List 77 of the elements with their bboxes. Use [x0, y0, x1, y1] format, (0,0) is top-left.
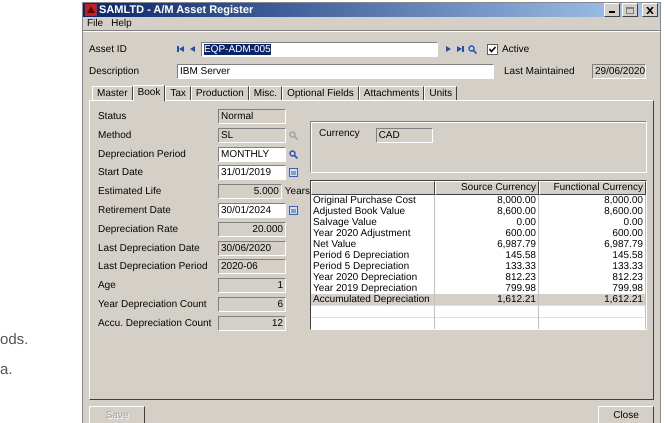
form-field: 5.000 [218, 184, 282, 200]
table-cell: 1,612.21 [539, 294, 646, 305]
menu-item[interactable]: Help [111, 18, 132, 29]
unit-label: Years [284, 186, 310, 198]
table-cell: Net Value [311, 239, 435, 250]
form-field: 2020-06 [218, 259, 286, 274]
form-field: 12 [218, 316, 286, 331]
tab[interactable]: Units [424, 86, 458, 100]
tab[interactable]: Misc. [248, 86, 282, 100]
search-icon[interactable] [289, 150, 298, 159]
table-cell: Salvage Value [311, 217, 435, 228]
form-field: 1 [218, 278, 286, 294]
form-field[interactable]: 30/01/2024 [218, 202, 286, 218]
field-label: Description [89, 66, 140, 76]
column-header: Source Currency [435, 181, 539, 195]
tab[interactable]: Attachments [358, 86, 424, 100]
currency-field: CAD [376, 128, 433, 143]
field-label: Accu. Depreciation Count [98, 318, 212, 329]
field-label: Status [98, 111, 128, 122]
field-label: Currency [319, 128, 360, 141]
form-field: 6 [218, 296, 286, 312]
tab[interactable]: Master [92, 86, 133, 100]
search-icon[interactable] [468, 44, 477, 54]
field-label: Depreciation Rate [98, 224, 180, 235]
field-label: Age [98, 280, 117, 292]
tab[interactable]: Optional Fields [282, 86, 359, 100]
form-field: 20.000 [218, 222, 286, 237]
table-cell: Original Purchase Cost [311, 195, 435, 206]
close-button[interactable]: Close [598, 406, 654, 423]
table-cell: Year 2020 Adjustment [311, 228, 435, 239]
description-field[interactable]: IBM Server [177, 64, 494, 78]
table-cell: Period 6 Depreciation [311, 250, 435, 261]
next-record-icon[interactable] [444, 45, 452, 53]
field-label: Method [98, 130, 132, 141]
table-cell: Period 5 Depreciation [311, 261, 435, 272]
window-title: SAMLTD - A/M Asset Register [99, 4, 254, 16]
page-text: ods. [0, 330, 30, 350]
form-field: 30/06/2020 [218, 240, 286, 256]
field-label: Last Maintained [504, 66, 576, 76]
checkbox-label: Active [502, 44, 530, 54]
last-record-icon[interactable] [456, 45, 464, 53]
field-label: Start Date [98, 167, 144, 178]
field-label: Asset ID [89, 44, 128, 54]
field-label: Retirement Date [98, 204, 172, 216]
form-field: SL [218, 128, 286, 143]
minimize-button[interactable] [604, 3, 620, 17]
table-cell: Year 2020 Depreciation [311, 272, 435, 283]
active-checkbox[interactable] [487, 44, 498, 54]
table-cell: Adjusted Book Value [311, 206, 435, 217]
column-header: Functional Currency [539, 181, 646, 195]
field-label: Year Depreciation Count [98, 298, 208, 310]
page-text: a. [0, 360, 14, 380]
table-cell: 1,612.21 [435, 294, 539, 305]
tab[interactable]: Production [190, 86, 249, 100]
previous-record-icon[interactable] [189, 45, 197, 53]
field-label: Estimated Life [98, 186, 162, 198]
calendar-icon[interactable] [289, 206, 298, 215]
form-field[interactable]: MONTHLY [218, 146, 286, 162]
maximize-button[interactable] [622, 3, 638, 17]
calendar-icon[interactable] [289, 168, 298, 178]
menu-item[interactable]: File [87, 18, 104, 29]
form-field[interactable]: 31/01/2019 [218, 165, 286, 180]
table-cell: Year 2019 Depreciation [311, 283, 435, 294]
app-logo-icon [85, 4, 97, 16]
field-label: Last Depreciation Date [98, 242, 201, 254]
tab[interactable]: Book [132, 85, 166, 101]
close-button[interactable] [642, 3, 658, 17]
last-maintained-field: 29/06/2020 [592, 64, 646, 78]
table-cell: Accumulated Depreciation [311, 294, 435, 305]
form-field: Normal [218, 109, 286, 124]
field-label: Last Depreciation Period [98, 261, 209, 272]
asset-id-field[interactable]: EQP-ADM-005 [201, 42, 438, 56]
first-record-icon[interactable] [177, 45, 185, 53]
field-label: Depreciation Period [98, 148, 187, 160]
tab[interactable]: Tax [165, 86, 191, 100]
maximize-icon [626, 6, 634, 14]
close-icon [646, 6, 654, 14]
